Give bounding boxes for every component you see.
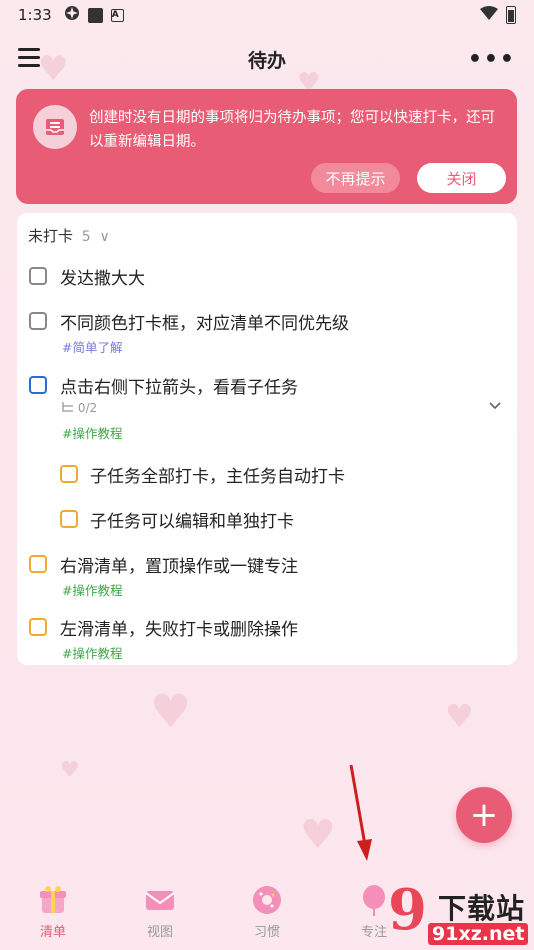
- task-tag: #操作教程: [62, 583, 123, 598]
- status-bar: 1:33 A: [0, 0, 534, 30]
- heart-decoration: ♥: [150, 684, 192, 738]
- donut-habit-icon: [250, 883, 284, 917]
- task-item[interactable]: 右滑清单，置顶操作或一键专注 #操作教程: [17, 550, 517, 600]
- task-item[interactable]: 点击右侧下拉箭头，看看子任务 0/2 #操作教程: [17, 370, 517, 445]
- heart-decoration: ♥: [60, 758, 80, 783]
- section-header-unchecked[interactable]: 未打卡 5 ∨: [28, 225, 110, 246]
- subtask-icon: [62, 402, 73, 412]
- gift-list-icon: [36, 883, 70, 917]
- task-title: 左滑清单，失败打卡或删除操作: [60, 620, 298, 640]
- nav-item-habit[interactable]: 习惯: [232, 883, 302, 940]
- notification-square-icon: [87, 7, 103, 23]
- wifi-icon: [480, 6, 498, 24]
- task-list-card: 未打卡 5 ∨ 发达撒大大 不同颜色打卡框，对应清单不同优先级 #简单了解 点击…: [17, 213, 517, 665]
- battery-icon: [506, 6, 516, 24]
- subtask-counter: 0/2: [62, 401, 97, 415]
- notification-a-icon: A: [110, 8, 124, 22]
- task-checkbox[interactable]: [29, 267, 47, 285]
- inbox-icon: [33, 105, 77, 149]
- nav-item-list[interactable]: 清单: [18, 883, 88, 940]
- app-status-icon: [64, 5, 80, 25]
- section-title: 未打卡: [28, 227, 74, 245]
- task-tag: #简单了解: [62, 340, 123, 355]
- subtask-checkbox[interactable]: [60, 465, 78, 483]
- section-count: 5: [81, 229, 91, 245]
- watermark-url: 91xz.net: [428, 923, 529, 945]
- task-item[interactable]: 发达撒大大: [17, 261, 517, 297]
- task-item[interactable]: 不同颜色打卡框，对应清单不同优先级 #简单了解: [17, 306, 517, 356]
- watermark-title: 下载站: [438, 892, 526, 925]
- task-title: 点击右侧下拉箭头，看看子任务: [60, 378, 298, 398]
- heart-decoration: ♥: [300, 812, 336, 858]
- subtask-count: 0/2: [77, 401, 98, 415]
- nav-item-view[interactable]: 视图: [125, 883, 195, 940]
- nav-label: 习惯: [253, 925, 280, 940]
- task-title: 右滑清单，置顶操作或一键专注: [60, 557, 298, 577]
- annotation-arrow-icon: [349, 764, 372, 861]
- task-title: 不同颜色打卡框，对应清单不同优先级: [60, 314, 349, 334]
- watermark-logo: 9 下载站 91xz.net: [380, 877, 534, 950]
- task-checkbox[interactable]: [29, 618, 47, 636]
- subtask-item[interactable]: 子任务全部打卡，主任务自动打卡: [17, 460, 517, 494]
- more-options-icon[interactable]: •••: [468, 47, 516, 72]
- task-item[interactable]: 左滑清单，失败打卡或删除操作 #操作教程: [17, 613, 517, 663]
- task-title: 发达撒大大: [60, 269, 145, 289]
- dont-remind-button[interactable]: 不再提示: [311, 163, 400, 193]
- top-bar: 待办 •••: [0, 36, 534, 80]
- task-tag: #操作教程: [62, 426, 123, 441]
- task-checkbox[interactable]: [29, 376, 47, 394]
- watermark-mark: 9: [388, 877, 427, 943]
- subtask-title: 子任务全部打卡，主任务自动打卡: [90, 467, 345, 487]
- banner-message: 创建时没有日期的事项将归为待办事项；您可以快速打卡，还可以重新编辑日期。: [89, 110, 495, 150]
- subtask-item[interactable]: 子任务可以编辑和单独打卡: [17, 505, 517, 539]
- add-task-button[interactable]: +: [456, 787, 512, 843]
- task-tag: #操作教程: [62, 646, 123, 661]
- task-checkbox[interactable]: [29, 555, 47, 573]
- subtask-title: 子任务可以编辑和单独打卡: [90, 512, 294, 532]
- expand-chevron-icon[interactable]: [489, 398, 501, 414]
- subtask-checkbox[interactable]: [60, 510, 78, 528]
- chevron-down-icon: ∨: [99, 229, 110, 245]
- close-banner-button[interactable]: 关闭: [417, 163, 506, 193]
- heart-decoration: ♥: [445, 697, 474, 735]
- nav-label: 清单: [39, 925, 66, 940]
- envelope-view-icon: [143, 883, 177, 917]
- page-title: 待办: [247, 50, 286, 72]
- status-time: 1:33: [18, 6, 52, 24]
- task-checkbox[interactable]: [29, 312, 47, 330]
- nav-label: 视图: [146, 925, 173, 940]
